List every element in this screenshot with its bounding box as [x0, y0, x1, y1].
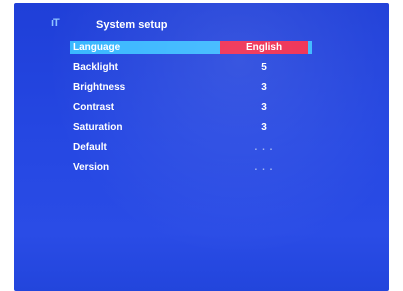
backlight-value[interactable]: 5 — [220, 61, 308, 74]
menu-item-language[interactable]: Language English — [70, 41, 312, 54]
setup-mode-icon: ıT — [51, 17, 60, 29]
saturation-value[interactable]: 3 — [220, 121, 308, 134]
default-value[interactable]: . . . — [220, 141, 308, 154]
language-value[interactable]: English — [220, 41, 308, 54]
osd-screen: ıT System setup Language English Backlig… — [14, 3, 389, 291]
menu-item-label: Default — [73, 142, 107, 153]
menu-item-saturation[interactable]: Saturation 3 — [70, 121, 312, 134]
menu-item-label: Backlight — [73, 62, 119, 73]
menu-item-default[interactable]: Default . . . — [70, 141, 312, 154]
menu-item-label: Language — [73, 42, 121, 53]
menu-item-brightness[interactable]: Brightness 3 — [70, 81, 312, 94]
version-value: . . . — [254, 162, 274, 173]
menu-item-backlight[interactable]: Backlight 5 — [70, 61, 312, 74]
menu-item-version[interactable]: Version . . . — [70, 161, 312, 174]
menu-item-contrast[interactable]: Contrast 3 — [70, 101, 312, 114]
menu-title: System setup — [96, 19, 168, 31]
menu-item-label: Saturation — [73, 122, 123, 133]
menu-item-label: Brightness — [73, 82, 126, 93]
menu-item-label: Contrast — [73, 102, 115, 113]
contrast-value[interactable]: 3 — [220, 101, 308, 114]
menu-item-label: Version — [73, 162, 110, 173]
brightness-value[interactable]: 3 — [220, 81, 308, 94]
